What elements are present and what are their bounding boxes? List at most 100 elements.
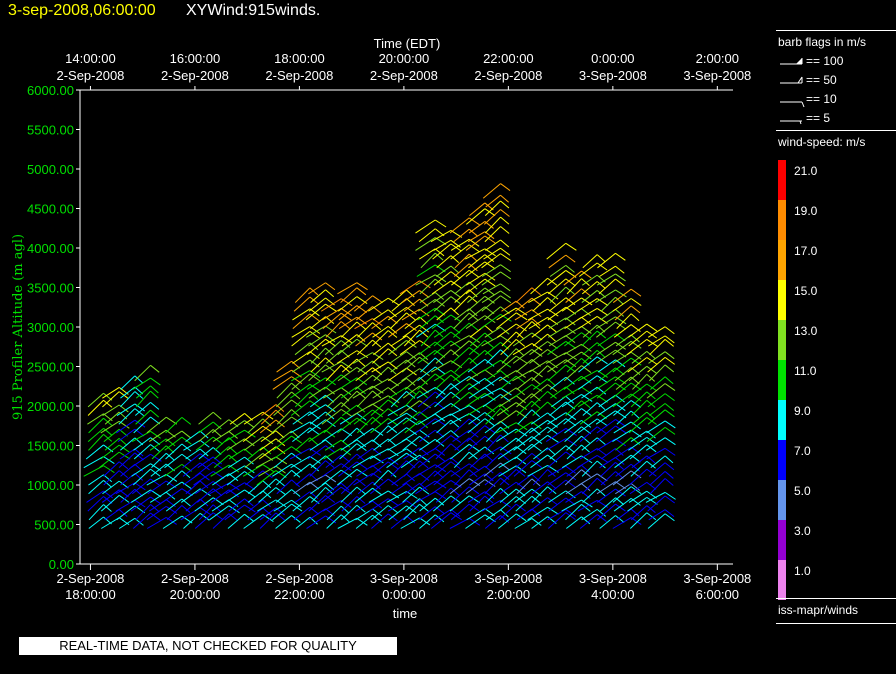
wind-barb (130, 453, 162, 469)
top-tick-label-date: 2-Sep-2008 (370, 68, 438, 83)
barb-shaft (357, 481, 373, 495)
barb-flag (664, 491, 676, 500)
barb-shaft (578, 473, 598, 486)
barb-flag (565, 242, 577, 251)
barb-shaft (340, 478, 358, 495)
barb-shaft (310, 357, 326, 373)
top-axis-title: Time (EDT) (374, 36, 441, 51)
barb-shaft (516, 478, 533, 495)
barb-shaft (325, 402, 342, 416)
x-tick-label-date: 3-Sep-2008 (579, 571, 647, 586)
barb-flag (181, 430, 192, 439)
wind-barb (198, 421, 222, 434)
barb-flag (419, 454, 430, 463)
wind-barb (496, 323, 527, 338)
barb-flag (372, 481, 381, 490)
wind-barb (647, 495, 675, 512)
wind-barb (371, 330, 398, 347)
barb-shaft (564, 419, 582, 434)
barb-shaft (116, 505, 136, 521)
barb-shaft (500, 339, 517, 356)
barb-flag (500, 183, 511, 191)
wind-barb (276, 360, 301, 373)
wind-barb (399, 400, 431, 416)
barb-shaft (130, 496, 151, 512)
barb-flag (630, 400, 642, 408)
wind-barb (615, 483, 641, 495)
legend-panel: barb flags in m/s == 100 == 50 == 10 == 5 w… (776, 30, 896, 624)
barb-shaft (499, 469, 517, 486)
wind-barb (401, 356, 430, 373)
barb-shaft (292, 411, 311, 425)
speed-color-label: 1.0 (794, 564, 811, 578)
barb-flag (630, 324, 641, 332)
wind-barb (485, 434, 509, 451)
barb-symbol-icon (780, 120, 802, 125)
barb-flag (309, 296, 319, 305)
quality-warning: REAL-TIME DATA, NOT CHECKED FOR QUALITY (19, 637, 397, 655)
barb-shaft (275, 515, 292, 529)
barb-shaft (417, 373, 436, 390)
speed-color-label: 19.0 (794, 204, 818, 218)
barb-flag (387, 478, 399, 487)
barb-shaft (467, 231, 486, 243)
wind-barb (527, 434, 559, 451)
wind-barb (337, 366, 368, 382)
barb-shaft (355, 514, 373, 529)
barb-shaft (547, 451, 567, 469)
speed-color-label: 3.0 (794, 524, 811, 538)
barb-flag (565, 418, 577, 427)
barb-shaft (134, 364, 151, 382)
barb-shaft (103, 461, 120, 477)
wind-barb (356, 306, 382, 321)
barb-shaft (88, 480, 104, 495)
barb-shaft (485, 403, 501, 416)
wind-barb (120, 391, 144, 408)
wind-barb (563, 343, 592, 356)
barb-shaft (133, 416, 151, 434)
barb-flag (484, 278, 496, 287)
wind-barb (597, 333, 626, 347)
barb-flag (630, 298, 642, 306)
wind-barb (308, 495, 336, 512)
barb-shaft (577, 455, 598, 469)
barb-shaft (649, 339, 666, 356)
barb-shaft (469, 465, 486, 477)
wind-barb (549, 376, 575, 390)
barb-flag (531, 436, 543, 444)
barb-shaft (132, 512, 151, 529)
barb-flag (325, 495, 336, 503)
barb-flag (275, 430, 285, 439)
barb-flag (630, 351, 642, 360)
barb-shaft (484, 226, 501, 243)
barb-flag (372, 295, 383, 304)
barb-flag (309, 427, 320, 436)
top-tick-label-time: 0:00:00 (591, 51, 634, 66)
wind-barb (481, 290, 511, 303)
barb-shaft (101, 517, 120, 529)
barb-shaft (481, 359, 501, 373)
top-tick-label-date: 2-Sep-2008 (161, 68, 229, 83)
barb-flag (484, 325, 494, 333)
barb-shaft (276, 360, 292, 373)
barb-shaft (185, 448, 201, 460)
barb-shaft (403, 460, 420, 477)
x-tick-label-time: 18:00:00 (65, 587, 116, 602)
barb-flag (356, 296, 368, 304)
barb-flag (291, 489, 301, 497)
barb-shaft (277, 430, 292, 442)
barb-shaft (133, 444, 151, 460)
barb-shaft (484, 515, 501, 529)
wind-barb (646, 447, 676, 460)
barb-flag (547, 426, 558, 435)
barb-shaft (485, 426, 501, 442)
y-tick-label: 2000.00 (27, 399, 74, 414)
barb-flag (500, 477, 510, 486)
barb-shaft (132, 468, 151, 486)
barb-shaft (386, 491, 407, 503)
barb-flag (615, 503, 626, 512)
barb-flag (387, 498, 399, 507)
barb-shaft (87, 392, 104, 408)
barb-shaft (120, 488, 136, 503)
wind-barb (496, 355, 528, 373)
